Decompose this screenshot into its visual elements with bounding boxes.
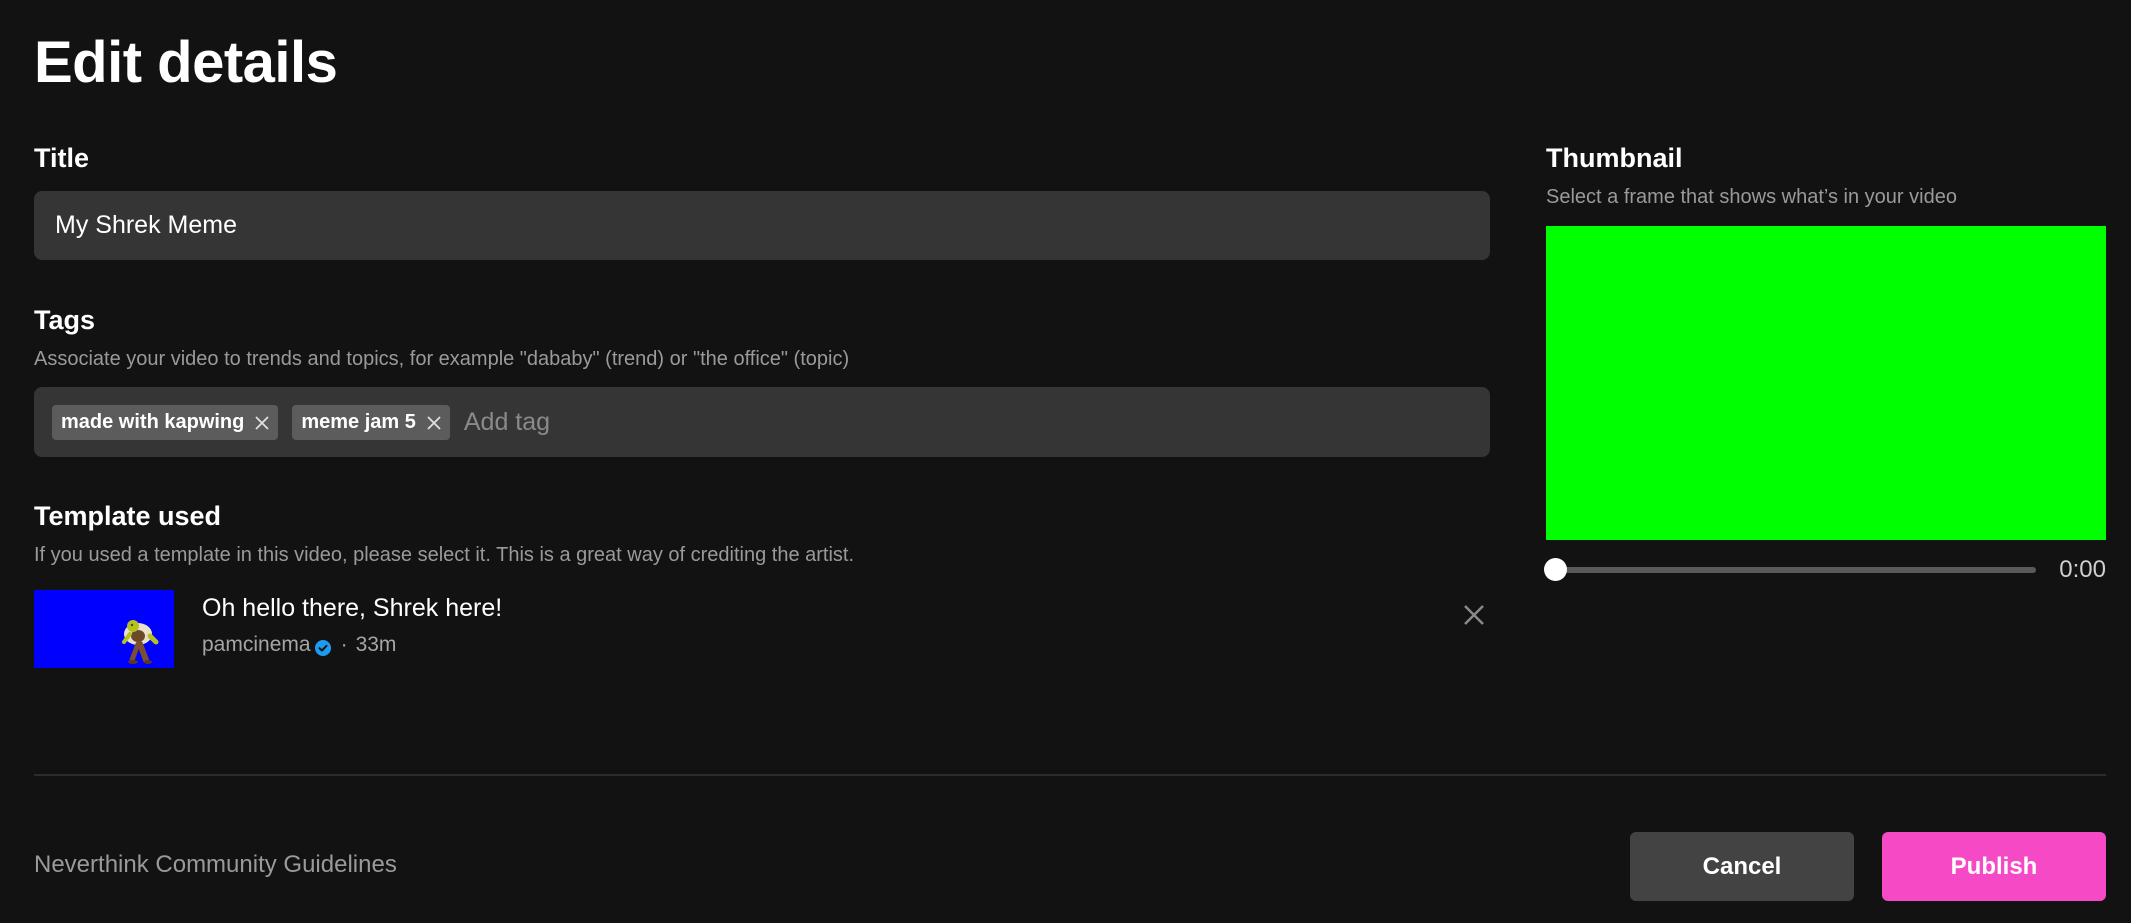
close-icon[interactable]: [426, 414, 442, 430]
template-age: 33m: [355, 633, 397, 656]
tag-chip: made with kapwing: [52, 404, 279, 440]
verified-badge-icon: [314, 637, 331, 656]
template-thumbnail: [34, 590, 174, 668]
meta-separator: ·: [340, 633, 348, 656]
title-label: Title: [34, 143, 90, 173]
frame-time: 0:00: [2059, 556, 2106, 583]
community-guidelines-link[interactable]: Neverthink Community Guidelines: [34, 851, 397, 879]
template-label: Template used: [34, 501, 222, 531]
title-input[interactable]: [34, 191, 1490, 260]
thumbnail-label: Thumbnail: [1546, 143, 1683, 173]
tags-field[interactable]: made with kapwing meme jam 5: [34, 387, 1490, 457]
slider-track[interactable]: [1552, 567, 2036, 573]
thumbnail-preview: [1546, 226, 2106, 540]
footer-divider: [34, 774, 2106, 776]
template-meta: pamcinema · 33m: [202, 632, 396, 658]
tag-label: made with kapwing: [61, 410, 245, 433]
close-icon[interactable]: [254, 414, 270, 430]
cancel-button[interactable]: Cancel: [1630, 832, 1854, 901]
add-tag-input[interactable]: [463, 402, 1472, 442]
publish-button[interactable]: Publish: [1882, 832, 2106, 901]
close-icon[interactable]: [1459, 600, 1489, 630]
edit-details-page: Edit details Title Tags Associate your v…: [0, 0, 2131, 923]
template-author[interactable]: pamcinema: [202, 632, 311, 658]
tag-label: meme jam 5: [301, 410, 416, 433]
template-help: If you used a template in this video, pl…: [34, 544, 855, 566]
frame-slider[interactable]: [1544, 558, 2036, 582]
template-title: Oh hello there, Shrek here!: [202, 594, 503, 622]
tag-chip: meme jam 5: [292, 404, 450, 440]
slider-handle[interactable]: [1544, 558, 1567, 581]
page-title: Edit details: [34, 30, 338, 95]
tags-label: Tags: [34, 305, 96, 335]
shrek-figure-icon: [122, 620, 159, 664]
selected-template[interactable]: Oh hello there, Shrek here! pamcinema · …: [34, 590, 1490, 668]
tags-help: Associate your video to trends and topic…: [34, 348, 850, 370]
thumbnail-help: Select a frame that shows what’s in your…: [1546, 186, 1957, 208]
